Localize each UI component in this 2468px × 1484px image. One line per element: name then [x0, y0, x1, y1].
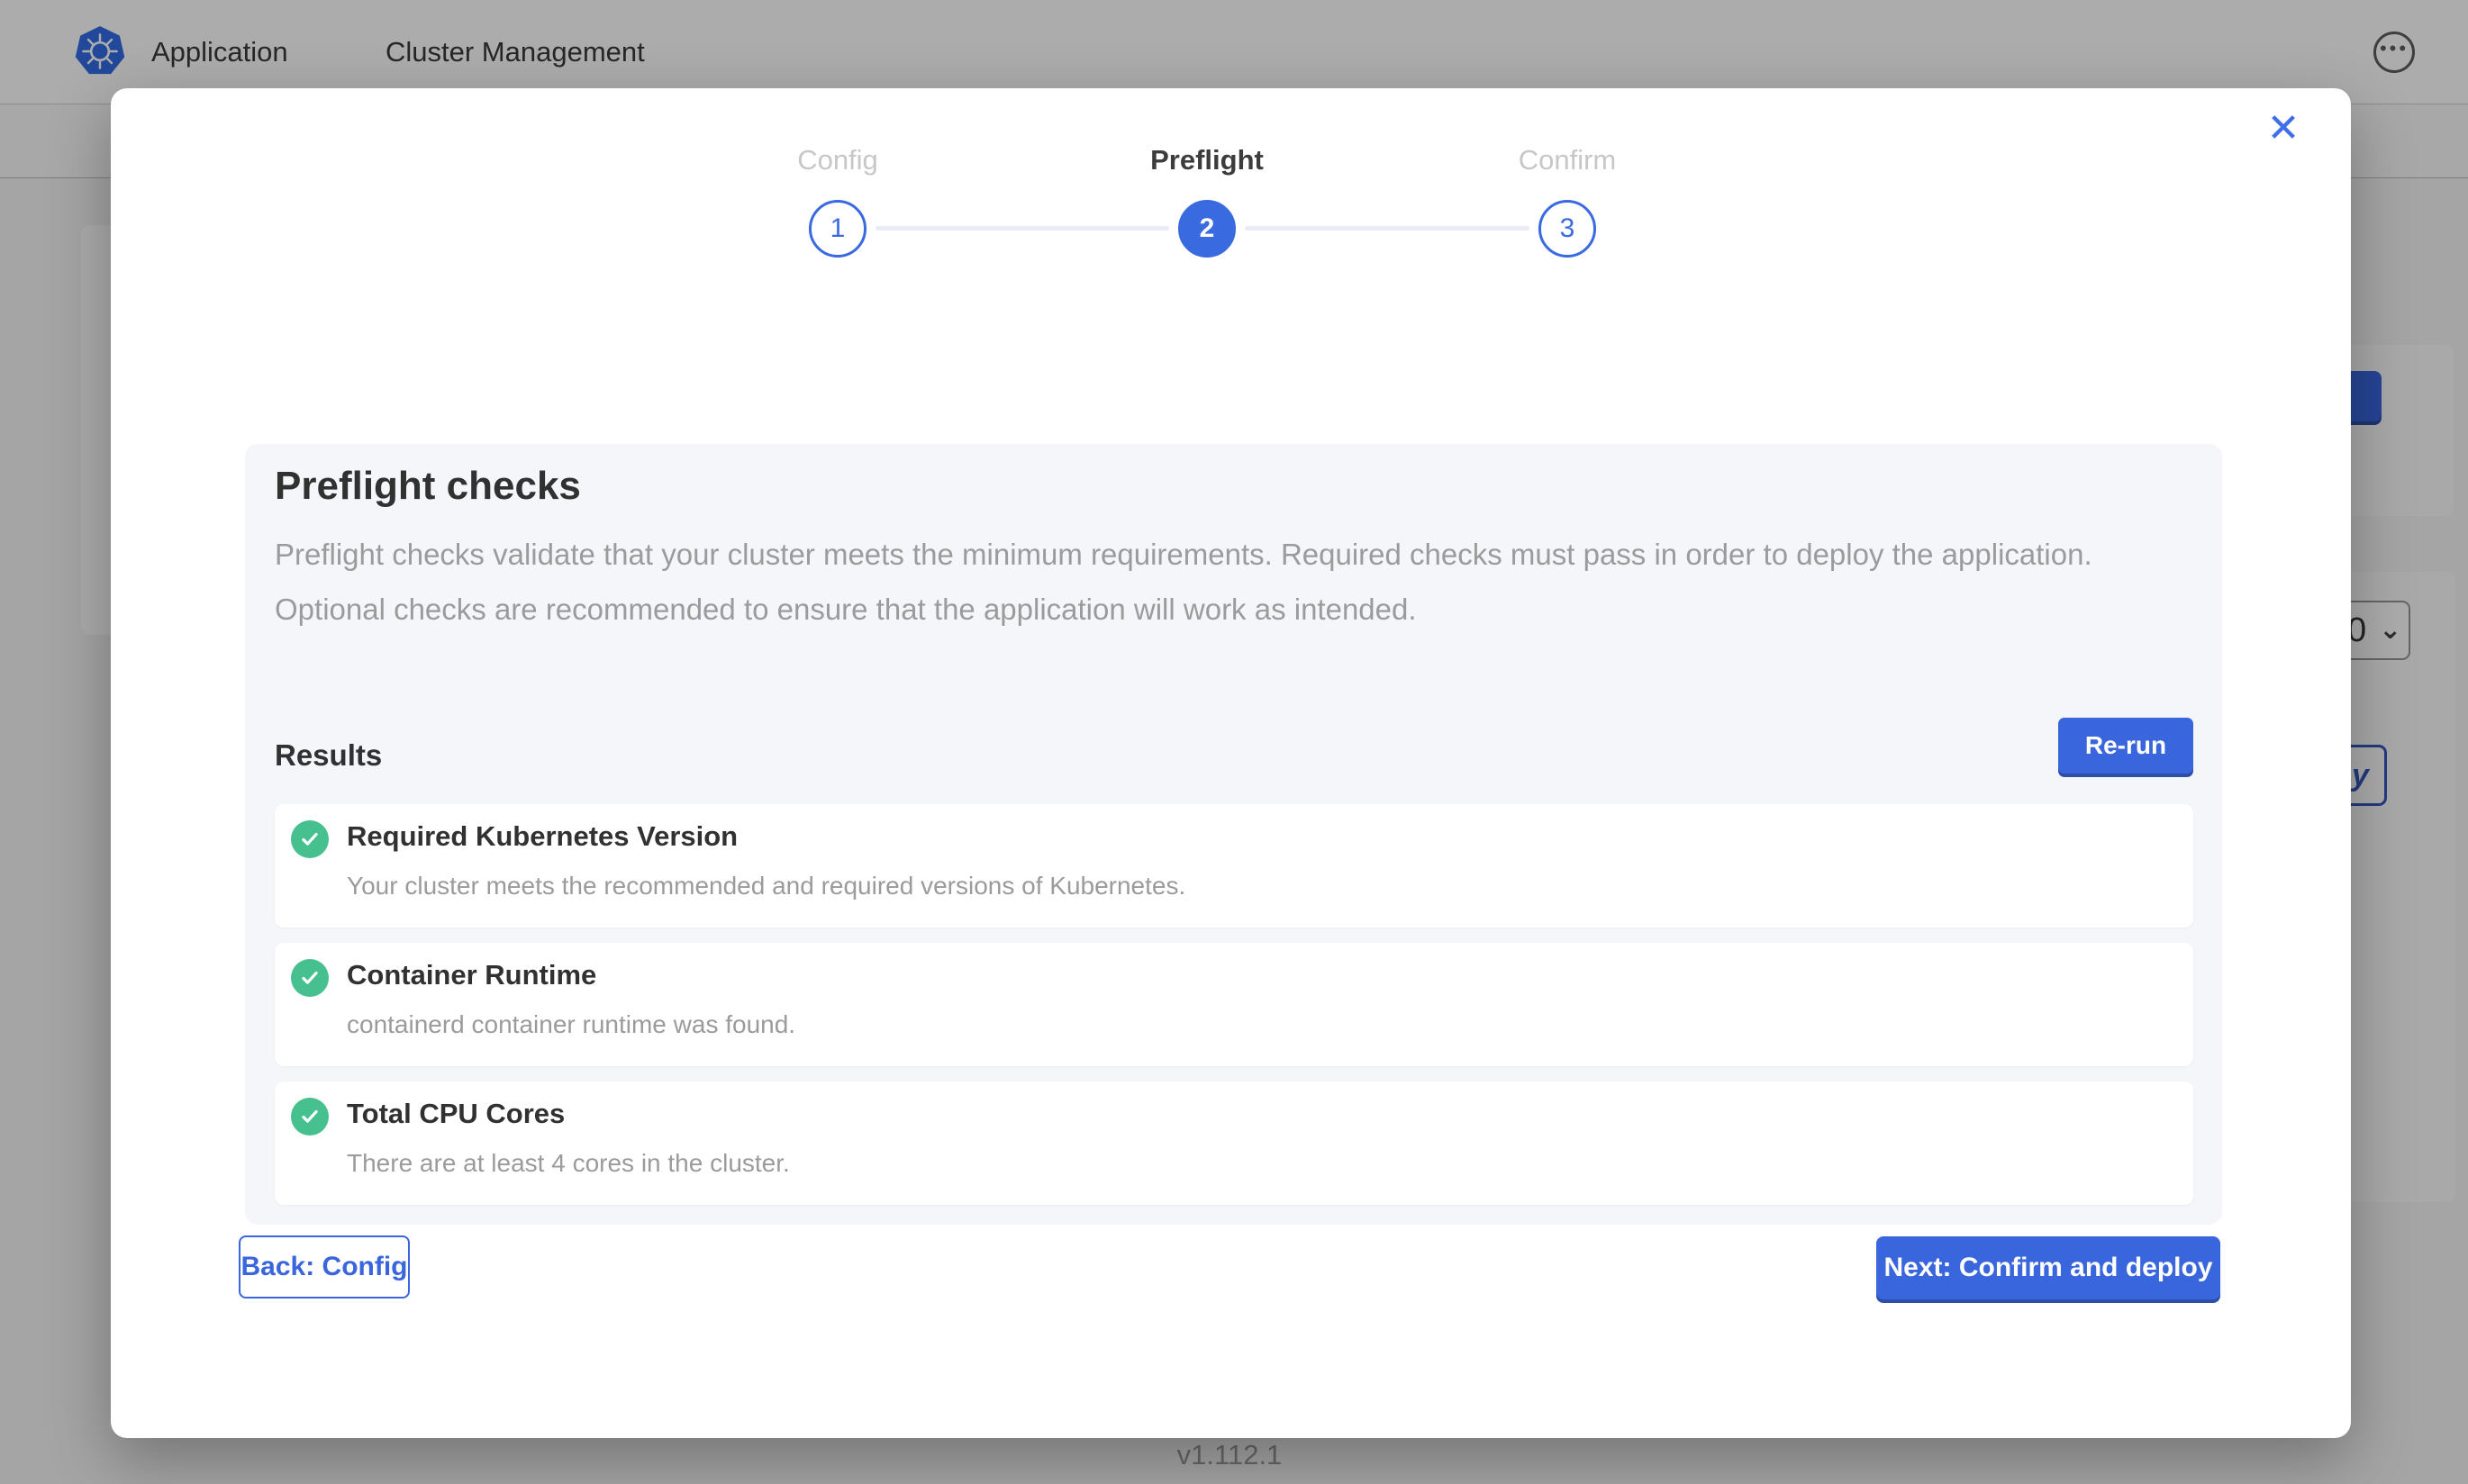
step-connector [876, 226, 1169, 231]
results-heading: Results [275, 738, 382, 773]
check-title: Required Kubernetes Version [347, 820, 738, 853]
back-config-button[interactable]: Back: Config [239, 1235, 410, 1298]
page-title: Preflight checks [275, 464, 581, 509]
check-detail: containerd container runtime was found. [347, 1010, 795, 1039]
step-indicator-3[interactable]: 3 [1538, 200, 1596, 258]
check-pass-icon [291, 820, 329, 858]
check-pass-icon [291, 1098, 329, 1136]
check-result-row: Required Kubernetes Version Your cluster… [275, 804, 2193, 928]
step-indicator-1[interactable]: 1 [809, 200, 867, 258]
preflight-wizard-modal: ✕ Config Preflight Confirm 1 2 3 Preflig… [111, 88, 2351, 1438]
preflight-description: Preflight checks validate that your clus… [275, 527, 2175, 637]
preflight-panel: Preflight checks Preflight checks valida… [245, 444, 2222, 1225]
rerun-button[interactable]: Re-run [2058, 718, 2193, 774]
check-detail: There are at least 4 cores in the cluste… [347, 1149, 790, 1178]
close-icon[interactable]: ✕ [2251, 95, 2316, 160]
step-label-preflight: Preflight [1099, 144, 1315, 176]
check-result-row: Total CPU Cores There are at least 4 cor… [275, 1081, 2193, 1205]
check-result-row: Container Runtime containerd container r… [275, 943, 2193, 1066]
step-label-confirm: Confirm [1459, 144, 1675, 176]
check-title: Container Runtime [347, 959, 596, 991]
step-indicator-2[interactable]: 2 [1178, 200, 1236, 258]
step-connector [1245, 226, 1529, 231]
check-title: Total CPU Cores [347, 1098, 565, 1130]
next-confirm-deploy-button[interactable]: Next: Confirm and deploy [1876, 1236, 2220, 1299]
check-detail: Your cluster meets the recommended and r… [347, 872, 1185, 900]
step-label-config: Config [730, 144, 946, 176]
check-pass-icon [291, 959, 329, 997]
